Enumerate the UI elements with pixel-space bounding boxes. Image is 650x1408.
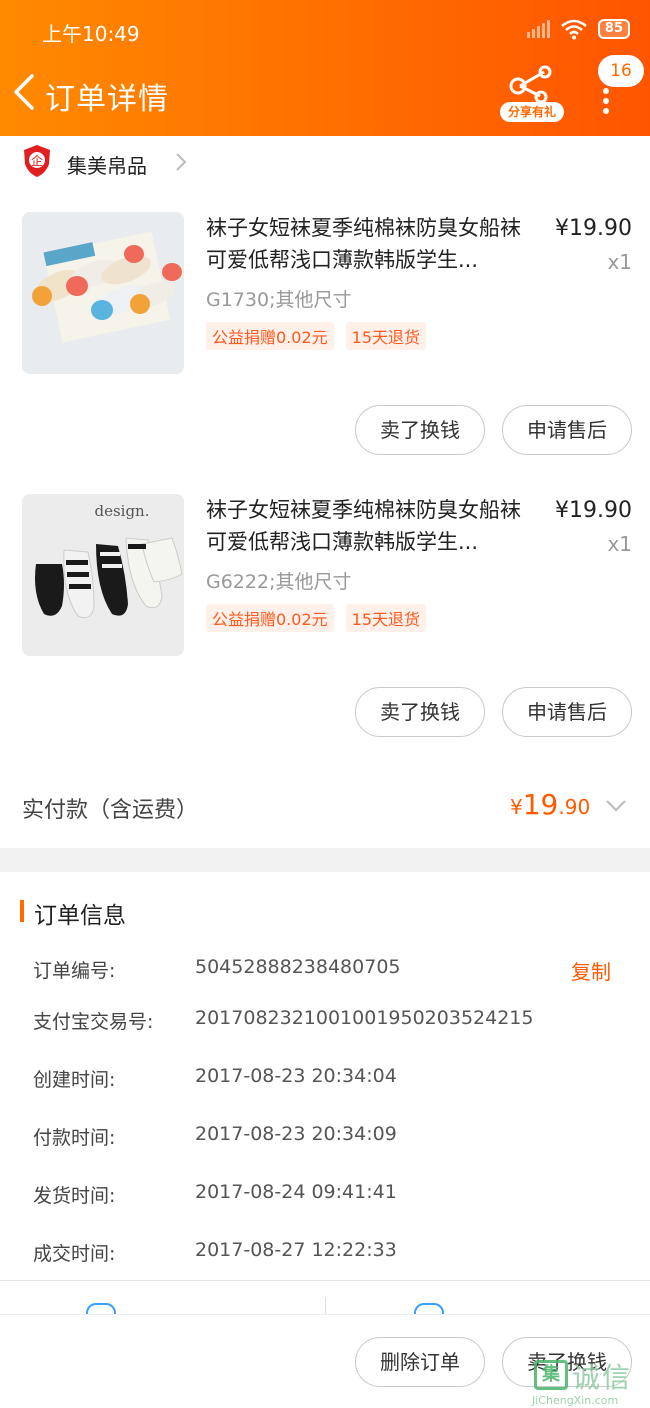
back-arrow-icon[interactable] xyxy=(10,70,38,114)
heading-accent-bar xyxy=(20,900,24,922)
divider xyxy=(325,1297,326,1315)
completed-time-row: 成交时间: 2017-08-27 12:22:33 xyxy=(33,1239,633,1269)
share-label: 分享有礼 xyxy=(500,102,564,122)
product-title[interactable]: 袜子女短袜夏季纯棉袜防臭女船袜可爱低帮浅口薄款韩版学生... xyxy=(206,212,540,276)
store-row[interactable]: 企 集美帛品 xyxy=(0,136,650,190)
product-quantity: x1 xyxy=(607,532,632,556)
amount-decimal: .90 xyxy=(558,795,591,819)
product-image[interactable]: design. xyxy=(22,494,184,656)
svg-text:企: 企 xyxy=(31,153,43,168)
total-paid-label: 实付款（含运费） xyxy=(22,798,199,823)
svg-text:design.: design. xyxy=(94,502,149,520)
chevron-down-icon[interactable] xyxy=(604,798,628,814)
product-price: ¥19.90 xyxy=(555,216,632,241)
order-number-row: 订单编号: 50452888238480705 复制 xyxy=(33,956,633,986)
watermark-url: JiChengXin.com xyxy=(532,1394,619,1407)
product-title[interactable]: 袜子女短袜夏季纯棉袜防臭女船袜可爱低帮浅口薄款韩版学生... xyxy=(206,494,540,558)
product-image[interactable] xyxy=(22,212,184,374)
sell-for-cash-button[interactable]: 卖了换钱 xyxy=(355,405,485,455)
info-value: 2017-08-23 20:34:09 xyxy=(195,1123,397,1145)
delete-order-button[interactable]: 删除订单 xyxy=(355,1337,485,1387)
product-tags: 公益捐赠0.02元 15天退货 xyxy=(206,322,427,350)
watermark-logo: 集 诚信 JiChengXin.com xyxy=(532,1356,650,1408)
message-count-badge[interactable]: 16 xyxy=(598,55,644,87)
info-key: 订单编号: xyxy=(33,960,116,982)
total-paid-amount: ¥19.90 xyxy=(510,788,590,821)
info-key: 支付宝交易号: xyxy=(33,1011,154,1033)
info-value: 2017-08-24 09:41:41 xyxy=(195,1181,397,1203)
info-key: 成交时间: xyxy=(33,1243,116,1265)
status-time: 上午10:49 xyxy=(42,22,140,46)
order-item[interactable]: design. 袜子女短袜夏季纯棉袜防臭女船袜可爱低帮浅口薄款韩版学生... ¥… xyxy=(0,494,650,754)
sell-for-cash-button[interactable]: 卖了换钱 xyxy=(355,687,485,737)
info-key: 发货时间: xyxy=(33,1185,116,1207)
product-sku: G1730;其他尺寸 xyxy=(206,289,352,311)
info-value: 2017082321001001950203524215 xyxy=(195,1007,534,1029)
order-info-title: 订单信息 xyxy=(34,903,126,929)
battery-indicator: 85 xyxy=(597,19,630,39)
tag-charity: 公益捐赠0.02元 xyxy=(206,322,334,350)
product-tags: 公益捐赠0.02元 15天退货 xyxy=(206,604,427,632)
section-divider xyxy=(0,848,650,872)
info-value: 2017-08-23 20:34:04 xyxy=(195,1065,397,1087)
more-menu-icon[interactable] xyxy=(603,88,611,114)
watermark-box: 集 xyxy=(534,1360,568,1390)
paid-time-row: 付款时间: 2017-08-23 20:34:09 xyxy=(33,1123,633,1153)
share-button[interactable]: 分享有礼 xyxy=(500,64,566,124)
signal-icon xyxy=(526,20,550,38)
currency-symbol: ¥ xyxy=(510,795,523,819)
info-key: 付款时间: xyxy=(33,1127,116,1149)
chevron-right-icon xyxy=(176,153,187,171)
product-quantity: x1 xyxy=(607,250,632,274)
order-item[interactable]: 袜子女短袜夏季纯棉袜防臭女船袜可爱低帮浅口薄款韩版学生... ¥19.90 x1… xyxy=(0,212,650,472)
status-icons: 85 xyxy=(526,18,630,40)
info-key: 创建时间: xyxy=(33,1069,116,1091)
after-sale-button[interactable]: 申请售后 xyxy=(502,405,632,455)
shipped-time-row: 发货时间: 2017-08-24 09:41:41 xyxy=(33,1181,633,1211)
created-time-row: 创建时间: 2017-08-23 20:34:04 xyxy=(33,1065,633,1095)
alipay-trade-number-row: 支付宝交易号: 2017082321001001950203524215 xyxy=(33,1007,633,1037)
info-value: 50452888238480705 xyxy=(195,956,401,978)
store-shield-icon: 企 xyxy=(24,145,50,177)
tag-return-policy: 15天退货 xyxy=(345,322,427,350)
product-sku: G6222;其他尺寸 xyxy=(206,571,352,593)
header: 上午10:49 85 订单详情 分享有礼 16 xyxy=(0,0,650,136)
info-value: 2017-08-27 12:22:33 xyxy=(195,1239,397,1261)
amount-integer: 19 xyxy=(522,788,559,821)
after-sale-button[interactable]: 申请售后 xyxy=(502,687,632,737)
copy-button[interactable]: 复制 xyxy=(571,956,611,985)
watermark-text: 诚信 xyxy=(572,1361,633,1394)
tag-return-policy: 15天退货 xyxy=(345,604,427,632)
wifi-icon xyxy=(561,19,587,40)
contact-actions-row xyxy=(0,1281,650,1315)
product-price: ¥19.90 xyxy=(555,498,632,523)
store-name: 集美帛品 xyxy=(67,154,147,178)
share-icon xyxy=(509,65,552,104)
total-paid-row[interactable]: 实付款（含运费） ¥19.90 xyxy=(0,776,650,840)
order-detail-screen: 上午10:49 85 订单详情 分享有礼 16 企 集美帛品 袜子女短袜夏季纯棉… xyxy=(0,0,650,1408)
tag-charity: 公益捐赠0.02元 xyxy=(206,604,334,632)
page-title: 订单详情 xyxy=(45,82,169,117)
